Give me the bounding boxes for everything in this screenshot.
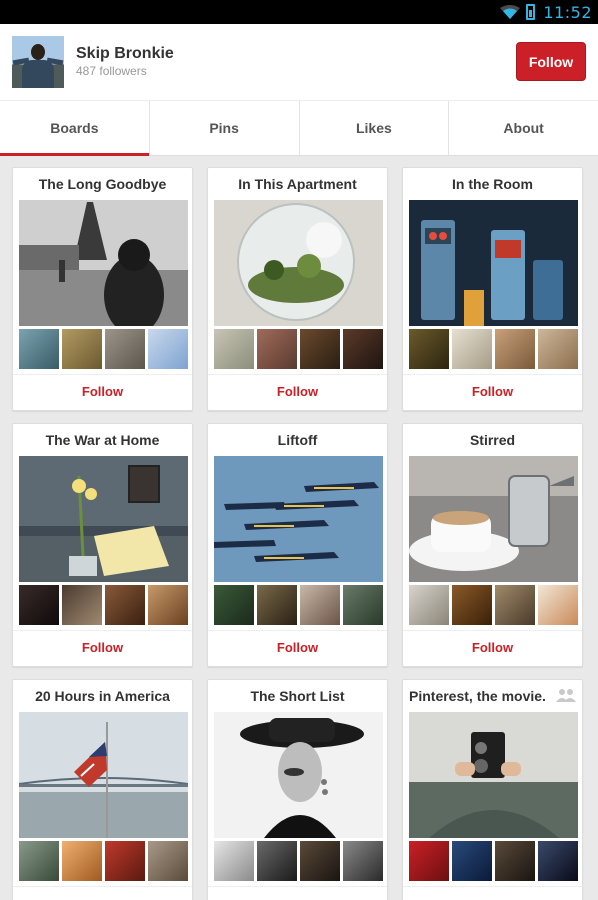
board-cover-image[interactable]	[214, 712, 383, 838]
tab-pins[interactable]: Pins	[150, 101, 300, 155]
group-board-icon	[556, 689, 576, 702]
board-thumbnails	[19, 329, 188, 369]
board-title: Liftoff	[277, 432, 318, 448]
board-title: In This Apartment	[238, 176, 357, 192]
profile-tabs: Boards Pins Likes About	[0, 100, 598, 156]
board-card[interactable]: 20 Hours in America	[12, 679, 193, 900]
board-thumbnails	[409, 329, 578, 369]
board-cover-image[interactable]	[19, 456, 188, 582]
follower-count: 487 followers	[76, 64, 147, 78]
tab-likes[interactable]: Likes	[300, 101, 450, 155]
board-thumbnails	[19, 841, 188, 881]
follow-user-button[interactable]: Follow	[516, 42, 586, 81]
status-bar: 11:52	[0, 0, 598, 24]
board-card[interactable]: Liftoff Follow	[207, 423, 388, 667]
follow-board-button[interactable]: Follow	[13, 384, 192, 399]
board-title: The Long Goodbye	[38, 176, 167, 192]
board-cover-image[interactable]	[409, 712, 578, 838]
follow-board-button[interactable]: Follow	[403, 384, 582, 399]
board-thumbnails	[409, 841, 578, 881]
battery-icon	[526, 4, 536, 20]
board-cover-image[interactable]	[214, 200, 383, 326]
board-cover-image[interactable]	[19, 200, 188, 326]
follow-board-button[interactable]: Follow	[208, 384, 387, 399]
board-cover-image[interactable]	[214, 456, 383, 582]
board-card[interactable]: The Short List	[207, 679, 388, 900]
follow-board-button[interactable]: Follow	[13, 640, 192, 655]
board-title: In the Room	[452, 176, 533, 192]
tab-about[interactable]: About	[449, 101, 598, 155]
follow-board-button[interactable]: Follow	[403, 640, 582, 655]
board-cover-image[interactable]	[409, 200, 578, 326]
avatar[interactable]	[12, 36, 64, 88]
board-thumbnails	[214, 585, 383, 625]
board-thumbnails	[214, 841, 383, 881]
board-thumbnails	[19, 585, 188, 625]
board-card[interactable]: Stirred Follow	[402, 423, 583, 667]
board-card[interactable]: Pinterest, the movie.	[402, 679, 583, 900]
board-card[interactable]: In This Apartment Follow	[207, 167, 388, 411]
board-thumbnails	[214, 329, 383, 369]
board-card[interactable]: The Long Goodbye Follow	[12, 167, 193, 411]
profile-header: Skip Bronkie 487 followers Follow	[0, 24, 598, 100]
board-title: Stirred	[469, 432, 516, 448]
follow-board-button[interactable]: Follow	[208, 640, 387, 655]
board-cover-image[interactable]	[19, 712, 188, 838]
board-thumbnails	[409, 585, 578, 625]
board-title: The Short List	[250, 688, 345, 704]
board-cover-image[interactable]	[409, 456, 578, 582]
board-title: 20 Hours in America	[35, 688, 170, 704]
profile-name: Skip Bronkie	[76, 45, 174, 62]
board-title: The War at Home	[45, 432, 160, 448]
wifi-icon	[500, 5, 521, 19]
tab-boards[interactable]: Boards	[0, 101, 150, 156]
board-card[interactable]: In the Room Follow	[402, 167, 583, 411]
board-card[interactable]: The War at Home Follow	[12, 423, 193, 667]
status-clock: 11:52	[543, 2, 592, 22]
